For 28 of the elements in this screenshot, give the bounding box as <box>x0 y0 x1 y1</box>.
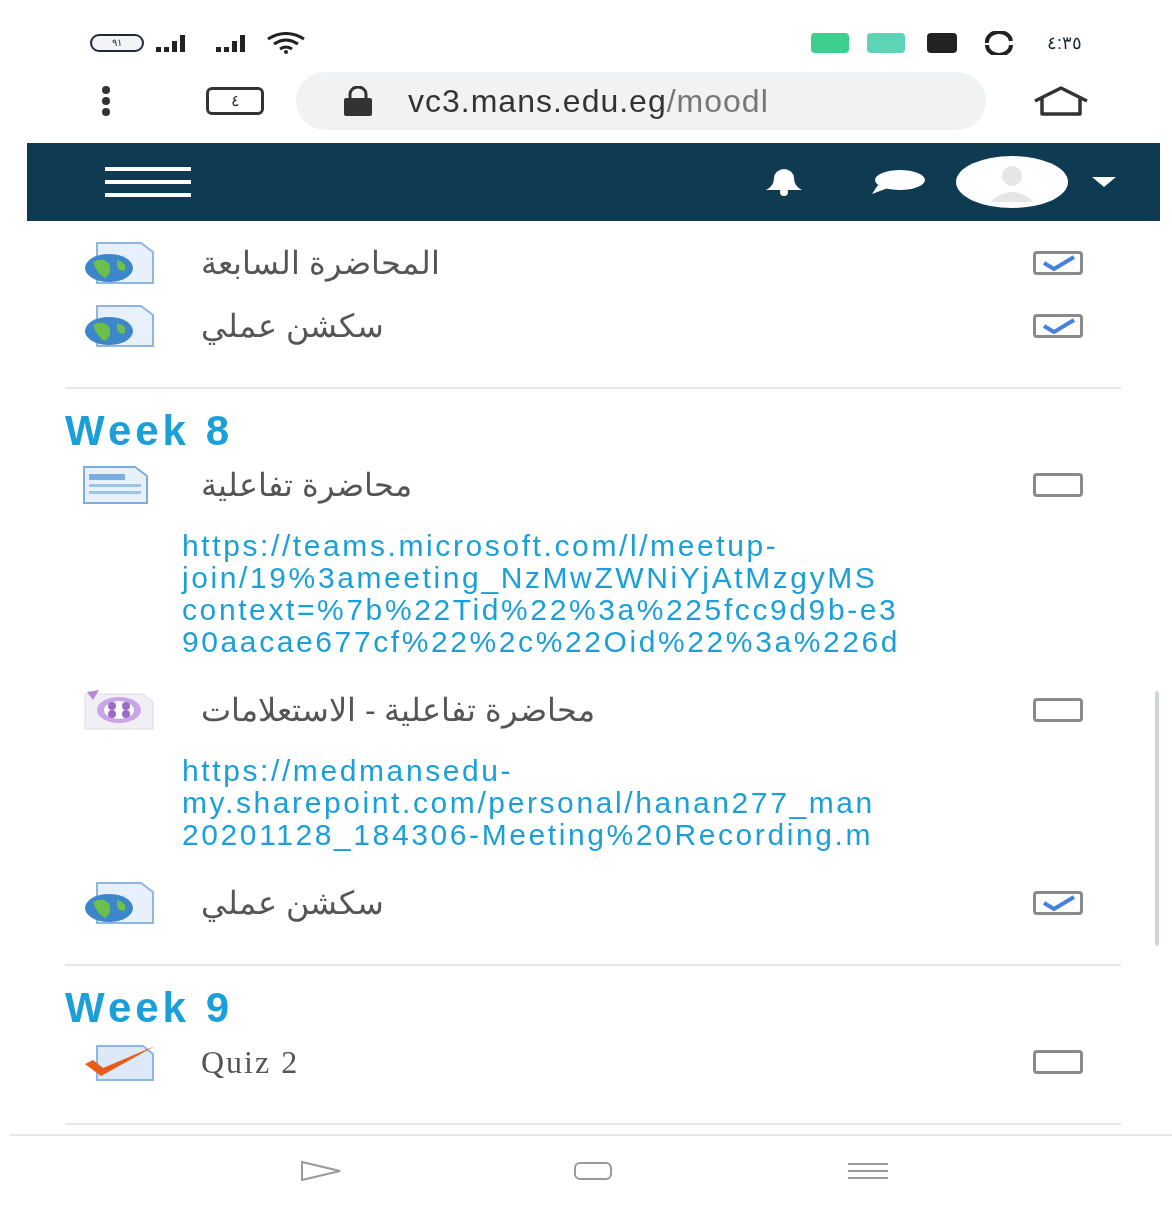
globe-document-icon <box>83 881 155 924</box>
document-icon <box>83 465 149 504</box>
completion-checkbox[interactable] <box>1033 472 1083 497</box>
completion-checkbox[interactable] <box>1033 697 1083 722</box>
back-icon[interactable] <box>300 1160 342 1182</box>
clock-time: ٤:٣٥ <box>1047 31 1082 55</box>
activity-link[interactable]: Quiz 2 <box>201 1045 300 1078</box>
home-icon[interactable] <box>1032 86 1090 116</box>
menu-icon[interactable] <box>100 86 112 116</box>
url-text: vc3.mans.edu.eg/moodl <box>408 82 769 121</box>
app-icon <box>867 33 905 53</box>
completion-checkbox[interactable] <box>1033 250 1083 275</box>
tab-count-button[interactable]: ٤ <box>206 87 264 115</box>
caret-icon[interactable] <box>1092 177 1116 187</box>
film-reel-icon <box>83 689 155 730</box>
globe-document-icon <box>83 304 155 347</box>
address-bar[interactable]: vc3.mans.edu.eg/moodl <box>296 72 986 130</box>
home-button[interactable] <box>574 1162 612 1180</box>
chat-icon[interactable] <box>870 169 926 195</box>
completion-checkbox[interactable] <box>1033 890 1083 915</box>
recent-apps-icon[interactable] <box>848 1162 888 1180</box>
completion-checkbox[interactable] <box>1033 1049 1083 1074</box>
completion-checkbox[interactable] <box>1033 313 1083 338</box>
lock-icon <box>342 86 374 116</box>
battery-level: ٩١ <box>112 38 122 48</box>
globe-document-icon <box>83 241 155 284</box>
avatar-icon[interactable] <box>956 156 1068 208</box>
menu-icon[interactable] <box>105 167 191 197</box>
